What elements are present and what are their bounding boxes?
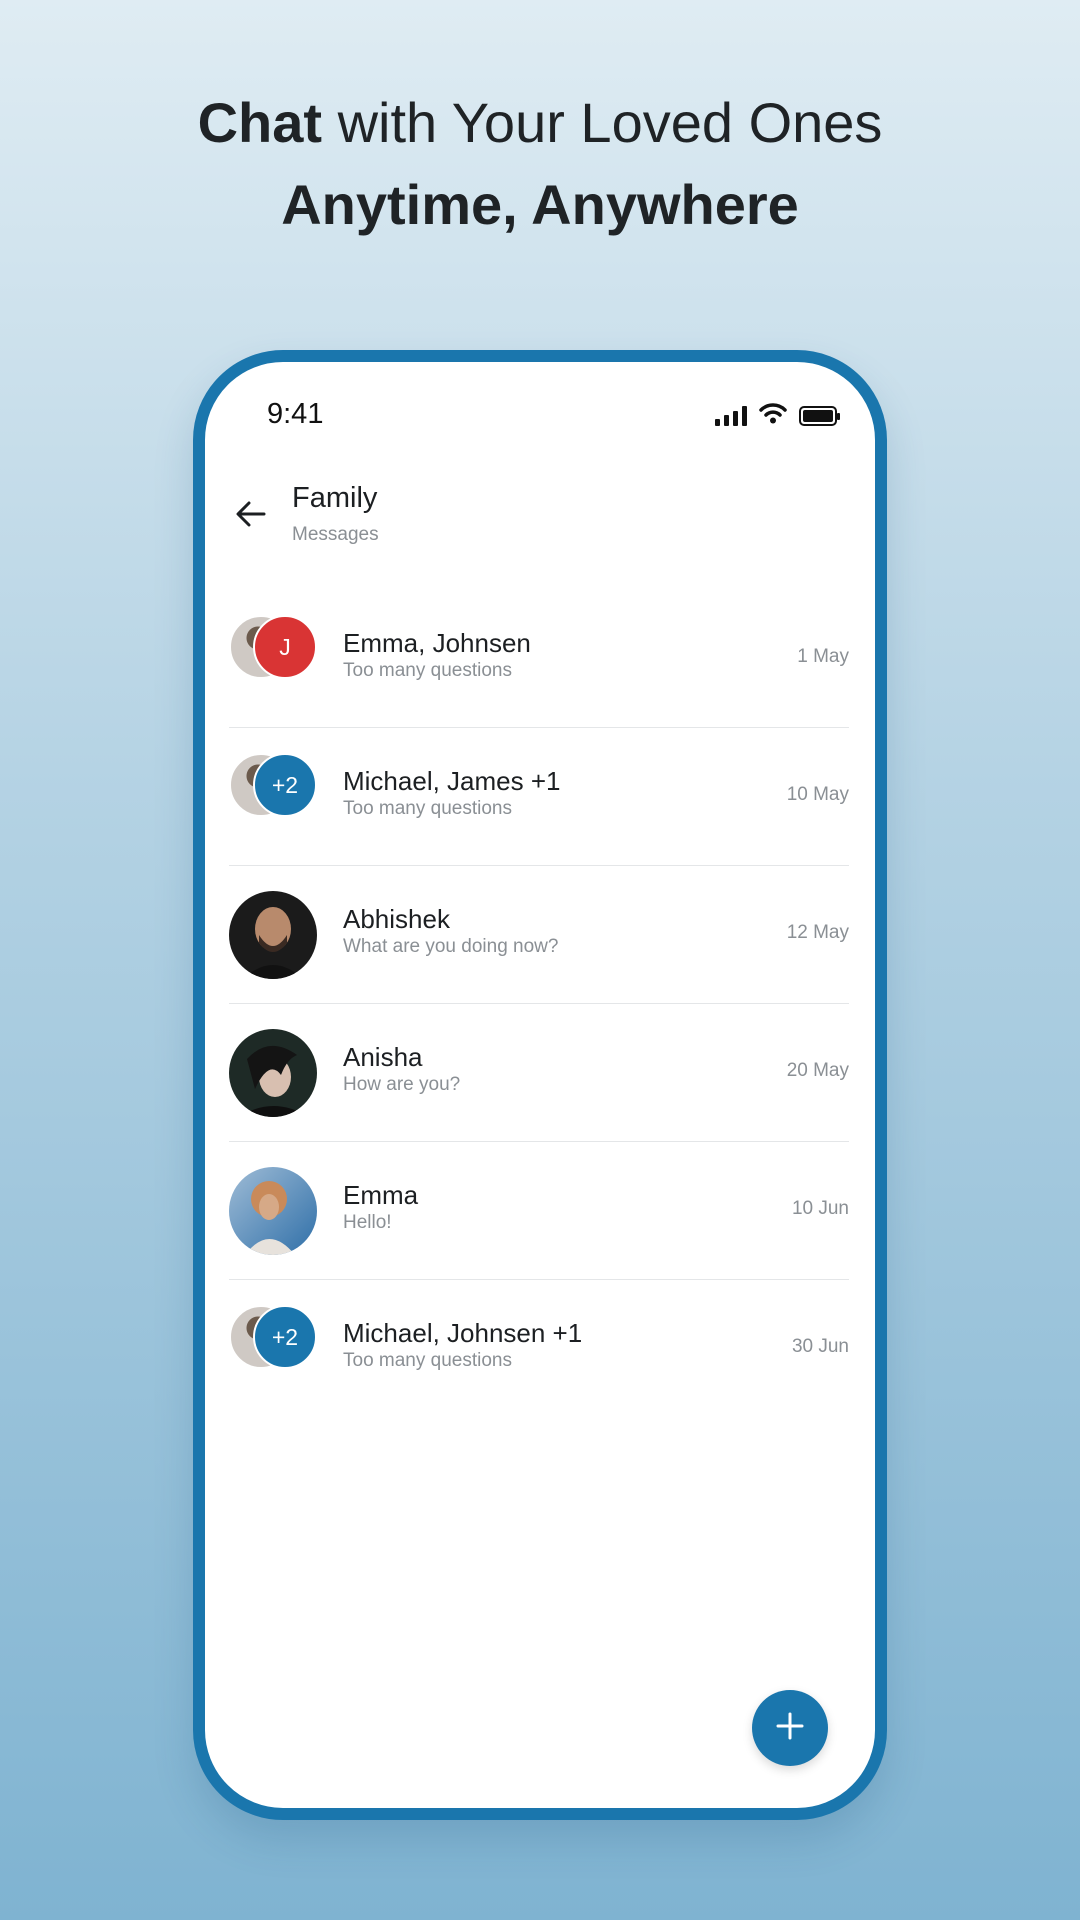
chat-date: 10 Jun [791,1198,849,1219]
chat-preview: Too many questions [343,1350,512,1371]
back-button[interactable] [227,492,275,540]
chat-date: 30 Jun [791,1336,849,1357]
battery-icon [799,405,840,426]
page-title: Family [292,482,378,514]
avatar-photo [229,891,317,979]
status-bar: 9:41 [205,362,875,452]
chat-item[interactable]: Anisha How are you? 20 May [229,1004,849,1142]
headline-line-2: Anytime, Anywhere [0,164,1080,246]
avatar-badge: +2 [253,1305,317,1369]
group-avatar: +2 [229,1305,319,1393]
chat-name: Anisha [343,1042,423,1072]
page-subtitle: Messages [292,524,379,545]
status-icons [715,402,840,429]
chat-item[interactable]: Emma Hello! 10 Jun [229,1142,849,1280]
headline-bold-word: Chat [197,91,323,154]
chat-item[interactable]: J Emma, Johnsen Too many questions 1 May [229,590,849,728]
avatar-badge: +2 [253,753,317,817]
group-avatar: J [229,615,319,703]
headline-line-2-text: Anytime, Anywhere [281,173,799,236]
chat-preview: Too many questions [343,660,512,681]
chat-item[interactable]: +2 Michael, Johnsen +1 Too many question… [229,1280,849,1418]
avatar [229,1029,319,1117]
chat-date: 12 May [786,922,849,943]
chat-item[interactable]: +2 Michael, James +1 Too many questions … [229,728,849,866]
status-time: 9:41 [267,398,324,430]
new-message-button[interactable] [752,1690,828,1766]
phone-frame: 9:41 Family Messages J Emma, Johnsen Too… [193,350,887,1820]
chat-list: J Emma, Johnsen Too many questions 1 May… [229,590,849,1418]
avatar [229,891,319,979]
chat-preview: Hello! [343,1212,392,1233]
chat-preview: How are you? [343,1074,461,1095]
chat-date: 20 May [786,1060,849,1081]
group-avatar: +2 [229,753,319,841]
headline-line-1: Chat with Your Loved Ones [0,82,1080,164]
chat-preview: What are you doing now? [343,936,559,957]
chat-name: Emma [343,1180,419,1210]
chat-name: Michael, Johnsen +1 [343,1318,583,1348]
app-header: Family Messages [205,472,875,562]
chat-item[interactable]: Abhishek What are you doing now? 12 May [229,866,849,1004]
wifi-icon [759,402,787,429]
headline-line-1-rest: with Your Loved Ones [322,91,883,154]
avatar-photo [229,1167,317,1255]
avatar-photo [229,1029,317,1117]
headline: Chat with Your Loved Ones Anytime, Anywh… [0,82,1080,246]
avatar-badge: J [253,615,317,679]
plus-icon [775,1711,805,1746]
chat-date: 10 May [786,784,849,805]
arrow-left-icon [236,501,266,532]
signal-icon [715,405,747,426]
chat-name: Michael, James +1 [343,766,561,796]
chat-name: Abhishek [343,904,450,934]
chat-preview: Too many questions [343,798,512,819]
chat-date: 1 May [797,646,849,667]
avatar [229,1167,319,1255]
chat-name: Emma, Johnsen [343,628,531,658]
